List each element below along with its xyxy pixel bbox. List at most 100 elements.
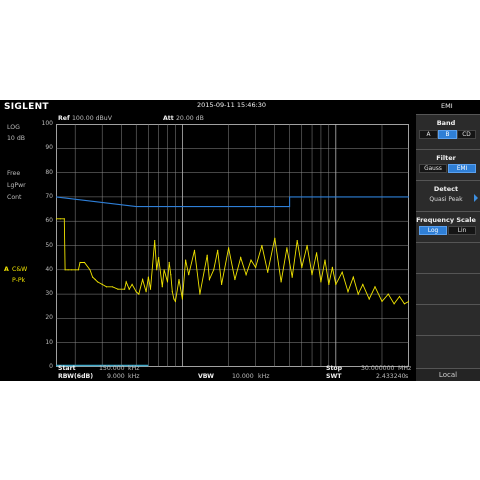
trace-point: [168, 261, 170, 264]
submenu-arrow-icon: [474, 194, 478, 202]
stop-unit: MHz: [398, 365, 412, 372]
trace-point: [156, 269, 158, 271]
trace-point: [374, 286, 376, 288]
trace-point: [124, 288, 126, 290]
trace-point: [403, 303, 405, 305]
trace-point: [320, 281, 322, 283]
trace-point: [117, 288, 119, 290]
trace-point: [128, 288, 130, 290]
trace-point: [71, 269, 73, 271]
vbw-value[interactable]: 10.000: [232, 373, 254, 380]
filter-softkey[interactable]: Filter Gauss EMI: [416, 149, 480, 180]
swt-value[interactable]: 2.433240: [376, 373, 406, 380]
filter-title: Filter: [436, 154, 456, 162]
trace-point: [213, 269, 215, 271]
trace-point: [328, 283, 330, 285]
trace-point: [173, 298, 175, 300]
filter-option-emi[interactable]: EMI: [448, 164, 476, 173]
stop-value[interactable]: 30.000000: [361, 365, 394, 372]
trace-point: [181, 298, 183, 300]
trace-point: [59, 218, 61, 220]
swt-label: SWT: [326, 373, 342, 380]
trace-point: [286, 247, 288, 249]
empty-softkey-6[interactable]: [416, 273, 480, 304]
trace-point: [331, 266, 333, 268]
trace-point: [296, 240, 298, 242]
trace-point: [64, 269, 66, 271]
band-softkey[interactable]: Band A B CD: [416, 114, 480, 149]
empty-softkey-5[interactable]: [416, 242, 480, 273]
trace-point: [161, 286, 163, 288]
limit-line: [56, 196, 409, 208]
y-tick-label: 80: [45, 168, 53, 176]
filter-option-gauss[interactable]: Gauss: [419, 164, 447, 173]
trace-point: [267, 271, 269, 273]
trace-point: [94, 278, 96, 281]
y-tick-label: 50: [45, 241, 53, 249]
trace-point: [306, 244, 308, 247]
local-button[interactable]: Local: [416, 368, 480, 381]
trace-point: [335, 283, 337, 285]
att-label: Att: [163, 115, 174, 122]
scale-option-lin[interactable]: Lin: [448, 226, 476, 235]
empty-softkey-7[interactable]: [416, 304, 480, 335]
scale-type: LOG: [7, 124, 20, 131]
trace-point: [158, 257, 160, 259]
trace-point: [193, 249, 196, 251]
att-value[interactable]: 20.00 dB: [176, 115, 204, 122]
trace-point: [92, 276, 94, 278]
band-option-cd[interactable]: CD: [457, 130, 476, 139]
date-time: 2015-09-11 15:46:30: [197, 101, 267, 109]
trace-point: [274, 237, 276, 239]
trace-point: [171, 291, 173, 293]
start-label: Start: [58, 365, 76, 372]
trace-point: [111, 286, 114, 288]
empty-softkey-8[interactable]: [416, 335, 480, 368]
y-tick-label: 30: [45, 290, 53, 298]
trace-point: [149, 288, 152, 290]
trace-point: [163, 269, 165, 271]
trace-point: [228, 247, 230, 249]
trace-point: [77, 269, 79, 271]
trace-a-line: [56, 218, 409, 305]
y-tick-label: 0: [49, 363, 53, 370]
trace-a-label[interactable]: A: [4, 266, 9, 273]
trace-point: [255, 266, 257, 268]
trace-a-detector: P-Pk: [12, 277, 26, 284]
trace-point: [341, 271, 343, 273]
detector-mode: LgPwr: [7, 182, 26, 189]
rbw-value[interactable]: 9.000: [107, 373, 125, 380]
trace-point: [381, 300, 383, 302]
trace-point: [174, 300, 176, 302]
trace-point: [347, 291, 349, 293]
trace-point: [352, 276, 354, 278]
band-option-b[interactable]: B: [438, 130, 457, 139]
band-title: Band: [436, 119, 456, 127]
spectrum-plot[interactable]: [56, 124, 409, 367]
trace-point: [217, 249, 219, 251]
trace-point: [67, 269, 69, 271]
trace-point: [154, 240, 156, 242]
trace-point: [206, 254, 208, 256]
ref-value[interactable]: 100.00 dBuV: [72, 115, 112, 122]
frequency-scale-softkey[interactable]: Frequency Scale Log Lin: [416, 211, 480, 242]
trace-point: [145, 291, 147, 293]
start-unit: kHz: [128, 365, 140, 372]
vbw-unit: kHz: [258, 373, 270, 380]
trace-point: [280, 281, 282, 283]
scale-option-log[interactable]: Log: [419, 226, 447, 235]
mode-label[interactable]: EMI: [441, 103, 453, 110]
trace-point: [135, 291, 137, 293]
trace-point: [221, 283, 223, 285]
trace-point: [147, 276, 149, 278]
trace-point: [234, 278, 236, 281]
trace-point: [311, 274, 313, 276]
trace-point: [324, 259, 326, 261]
trace-point: [138, 293, 140, 295]
trace-point: [291, 276, 293, 278]
sweep-mode: Cont: [7, 194, 22, 201]
detect-softkey[interactable]: Detect Quasi Peak: [416, 180, 480, 211]
y-tick-label: 20: [45, 314, 53, 322]
start-value[interactable]: 150.000: [99, 365, 125, 372]
band-option-a[interactable]: A: [419, 130, 438, 139]
